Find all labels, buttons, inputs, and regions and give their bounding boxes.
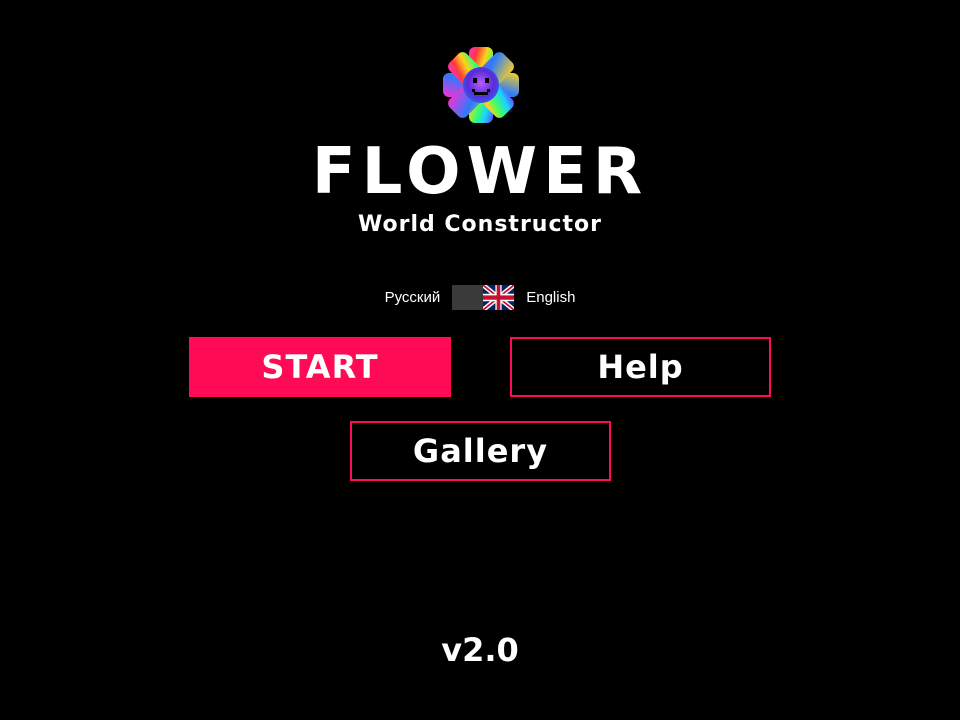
flower-logo-icon	[441, 45, 521, 125]
language-english-label[interactable]: English	[526, 289, 575, 306]
language-toggle[interactable]	[452, 282, 516, 312]
version-label: v2.0	[441, 631, 519, 669]
help-button[interactable]: Help	[510, 337, 771, 397]
gallery-button[interactable]: Gallery	[350, 421, 611, 481]
uk-flag-icon	[482, 282, 516, 312]
language-russian-label[interactable]: Русский	[385, 289, 441, 306]
game-title: FLOWER	[311, 135, 649, 209]
start-button[interactable]: START	[189, 337, 451, 397]
game-subtitle: World Constructor	[358, 212, 602, 237]
language-switcher: Русский English	[0, 282, 960, 312]
